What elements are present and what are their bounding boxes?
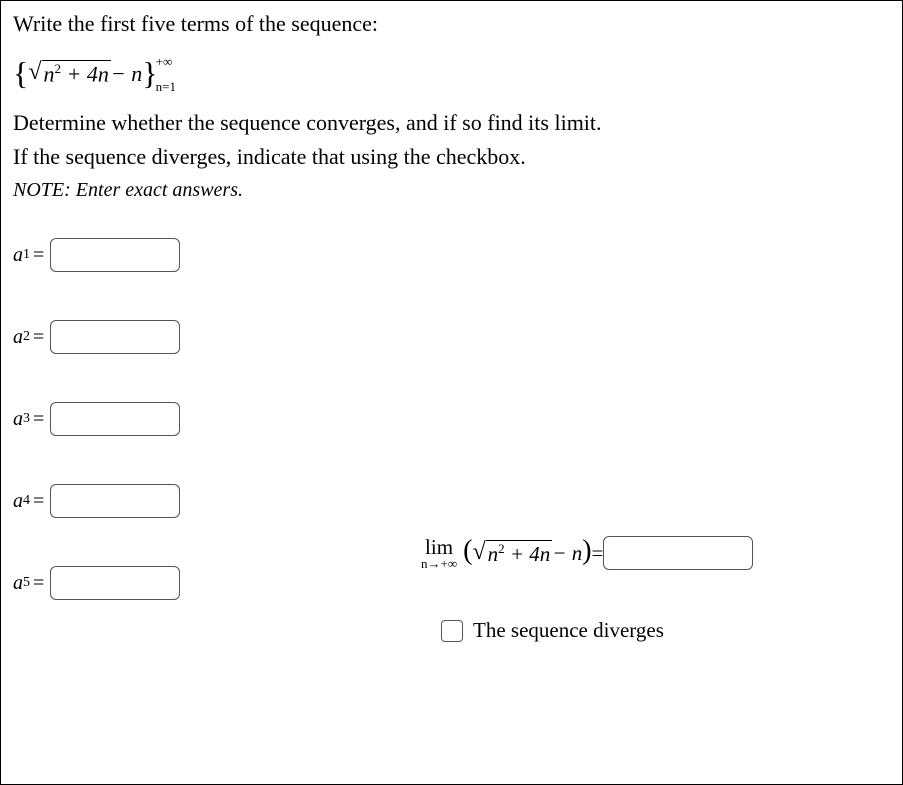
answer-row-a2: a2 = (13, 320, 890, 354)
equals: = (33, 244, 44, 267)
var-a: a (13, 326, 23, 349)
left-brace: { (13, 55, 28, 92)
lim-radicand-n: n (488, 542, 499, 566)
note: NOTE: Enter exact answers. (13, 179, 890, 202)
a1-input[interactable] (50, 238, 180, 272)
diverge-label: The sequence diverges (473, 618, 664, 643)
equals: = (33, 408, 44, 431)
upper-bound: +∞ (156, 55, 176, 68)
diverge-checkbox[interactable] (441, 620, 463, 642)
radicand-rest: + 4n (61, 61, 109, 86)
instructions-line2: If the sequence diverges, indicate that … (13, 142, 890, 172)
answer-row-a4: a4 = (13, 484, 890, 518)
equals: = (33, 572, 44, 595)
limit-sqrt: √ n2 + 4n (472, 540, 552, 567)
var-a: a (13, 244, 23, 267)
lim-minus-n: − n (552, 541, 582, 566)
radical-sign: √ (472, 539, 485, 566)
var-a: a (13, 490, 23, 513)
var-a: a (13, 408, 23, 431)
diverge-row: The sequence diverges (441, 618, 881, 643)
limit-input[interactable] (603, 536, 753, 570)
equals: = (33, 326, 44, 349)
sequence-formula: { √ n2 + 4n − n } +∞ n=1 (13, 55, 890, 92)
limit-equals: = (592, 541, 604, 566)
lim-text: lim (425, 537, 453, 558)
right-paren: ) (582, 535, 591, 567)
radicand-n: n (44, 61, 55, 86)
a5-input[interactable] (50, 566, 180, 600)
instructions-line1: Determine whether the sequence converges… (13, 108, 890, 138)
left-paren: ( (463, 535, 472, 567)
right-side: lim n→+∞ ( √ n2 + 4n − n ) = The sequenc… (421, 536, 881, 643)
sub-4: 4 (23, 493, 30, 509)
equals: = (33, 490, 44, 513)
lim-block: lim n→+∞ (421, 537, 457, 570)
note-text: Enter exact answers. (76, 179, 243, 201)
sqrt-expression: √ n2 + 4n (28, 60, 111, 87)
radical-sign: √ (28, 59, 41, 86)
limit-radicand: n2 + 4n (486, 540, 553, 567)
sub-1: 1 (23, 247, 30, 263)
minus-n: − n (111, 61, 142, 87)
lim-radicand-rest: + 4n (505, 542, 551, 566)
lim-sub: n→+∞ (421, 557, 457, 570)
var-a: a (13, 572, 23, 595)
radicand: n2 + 4n (42, 60, 111, 87)
answer-row-a1: a1 = (13, 238, 890, 272)
sub-2: 2 (23, 329, 30, 345)
limit-row: lim n→+∞ ( √ n2 + 4n − n ) = (421, 536, 881, 570)
answer-row-a3: a3 = (13, 402, 890, 436)
note-label: NOTE: (13, 179, 76, 201)
lower-bound: n=1 (156, 80, 176, 93)
a4-input[interactable] (50, 484, 180, 518)
sub-3: 3 (23, 411, 30, 427)
a2-input[interactable] (50, 320, 180, 354)
prompt-text: Write the first five terms of the sequen… (13, 11, 890, 37)
sub-5: 5 (23, 575, 30, 591)
question-container: Write the first five terms of the sequen… (0, 0, 903, 785)
sequence-bounds: +∞ n=1 (156, 61, 176, 87)
a3-input[interactable] (50, 402, 180, 436)
